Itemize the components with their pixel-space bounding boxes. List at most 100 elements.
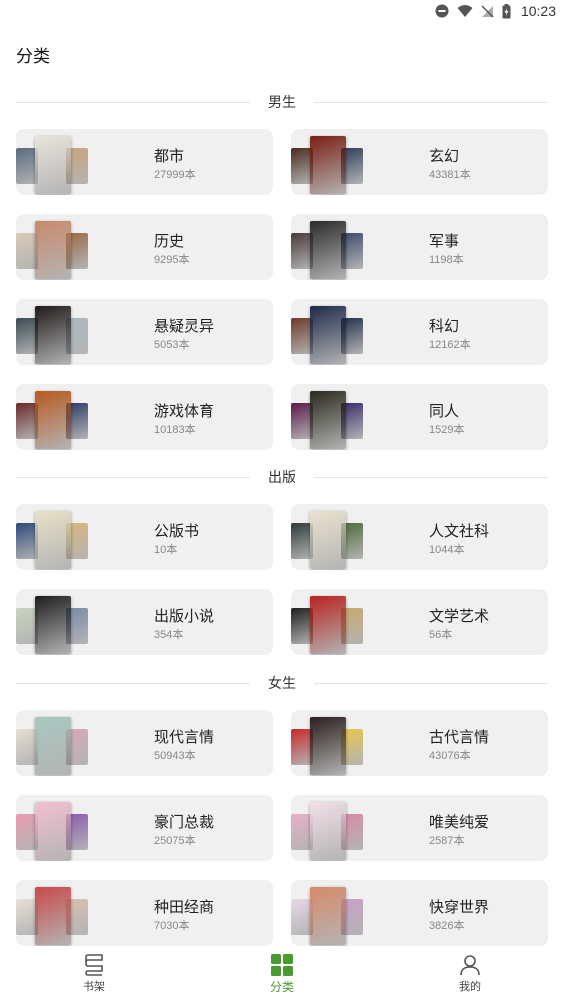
- category-card[interactable]: 悬疑灵异 5053本: [16, 299, 273, 365]
- category-card[interactable]: 唯美纯爱 2587本: [291, 795, 548, 861]
- category-card[interactable]: 公版书 10本: [16, 504, 273, 570]
- category-card[interactable]: 现代言情 50943本: [16, 710, 273, 776]
- section-header-female: 女生: [16, 673, 548, 693]
- category-name: 玄幻: [429, 148, 460, 165]
- category-book-count: 3826本: [429, 920, 465, 932]
- category-name: 唯美纯爱: [429, 814, 490, 831]
- category-book-count: 1044本: [429, 544, 465, 556]
- section-title: 出版: [268, 469, 296, 485]
- category-book-count: 2587本: [429, 835, 465, 847]
- category-card[interactable]: 出版小说 354本: [16, 589, 273, 655]
- category-name: 悬疑灵异: [154, 318, 215, 335]
- page-title: 分类: [16, 47, 50, 66]
- status-time: 10:23: [520, 3, 556, 19]
- category-card[interactable]: 人文社科 1044本: [291, 504, 548, 570]
- category-book-count: 1198本: [429, 254, 464, 266]
- book-cover-image: [35, 136, 71, 194]
- signal-off-icon: [481, 5, 494, 18]
- book-cover-stack: [16, 589, 90, 655]
- category-card[interactable]: 同人 1529本: [291, 384, 548, 450]
- book-cover-stack: [16, 129, 90, 195]
- section-header-publishing: 出版: [16, 467, 548, 487]
- bottom-nav: 书架 分类 我的: [0, 946, 564, 1002]
- category-card[interactable]: 历史 9295本: [16, 214, 273, 280]
- book-cover-stack: [291, 710, 365, 776]
- book-cover-stack: [291, 384, 365, 450]
- book-cover-image: [310, 596, 346, 654]
- book-cover-stack: [291, 129, 365, 195]
- category-book-count: 56本: [429, 629, 453, 641]
- category-card[interactable]: 军事 1198本: [291, 214, 548, 280]
- book-cover-image: [310, 802, 346, 860]
- section-header-male: 男生: [16, 92, 548, 112]
- category-book-count: 5053本: [154, 339, 190, 351]
- book-cover-image: [35, 511, 71, 569]
- category-name: 豪门总裁: [154, 814, 215, 831]
- section-title: 女生: [268, 675, 296, 691]
- category-name: 军事: [429, 233, 460, 250]
- category-book-count: 10本: [154, 544, 178, 556]
- category-card[interactable]: 都市 27999本: [16, 129, 273, 195]
- bookshelf-icon: [85, 954, 103, 976]
- divider: [314, 682, 548, 684]
- book-cover-stack: [291, 880, 365, 946]
- category-book-count: 12162本: [429, 339, 471, 351]
- book-cover-image: [310, 717, 346, 775]
- book-cover-stack: [291, 299, 365, 365]
- book-cover-stack: [291, 214, 365, 280]
- wifi-icon: [457, 5, 473, 17]
- category-name: 种田经商: [154, 899, 215, 916]
- book-cover-stack: [16, 299, 90, 365]
- category-name: 出版小说: [154, 608, 215, 625]
- status-bar: 10:23: [0, 0, 564, 24]
- book-cover-stack: [16, 795, 90, 861]
- book-cover-image: [35, 887, 71, 945]
- nav-category[interactable]: 分类: [188, 946, 376, 1002]
- category-name: 游戏体育: [154, 403, 215, 420]
- category-card[interactable]: 快穿世界 3826本: [291, 880, 548, 946]
- category-book-count: 354本: [154, 629, 184, 641]
- divider: [16, 101, 250, 103]
- book-cover-stack: [16, 710, 90, 776]
- do-not-disturb-icon: [435, 4, 449, 18]
- category-name: 快穿世界: [429, 899, 490, 916]
- nav-label-category: 分类: [269, 979, 294, 994]
- category-card[interactable]: 玄幻 43381本: [291, 129, 548, 195]
- category-card[interactable]: 种田经商 7030本: [16, 880, 273, 946]
- book-cover-image: [310, 887, 346, 945]
- nav-label-bookshelf: 书架: [83, 981, 105, 993]
- book-cover-stack: [16, 504, 90, 570]
- category-book-count: 43076本: [429, 750, 471, 762]
- book-cover-image: [35, 717, 71, 775]
- category-book-count: 9295本: [154, 254, 190, 266]
- book-cover-stack: [16, 214, 90, 280]
- category-book-count: 43381本: [429, 169, 471, 181]
- book-cover-stack: [16, 384, 90, 450]
- category-card[interactable]: 豪门总裁 25075本: [16, 795, 273, 861]
- category-book-count: 1529本: [429, 424, 465, 436]
- category-name: 同人: [429, 403, 460, 420]
- book-cover-stack: [291, 795, 365, 861]
- profile-icon: [460, 955, 480, 976]
- section-title: 男生: [268, 94, 296, 110]
- book-cover-image: [310, 306, 346, 364]
- category-card[interactable]: 古代言情 43076本: [291, 710, 548, 776]
- category-book-count: 27999本: [154, 169, 196, 181]
- divider: [16, 476, 250, 478]
- category-name: 历史: [154, 233, 185, 250]
- book-cover-image: [35, 391, 71, 449]
- category-card[interactable]: 科幻 12162本: [291, 299, 548, 365]
- book-cover-image: [35, 596, 71, 654]
- book-cover-stack: [291, 504, 365, 570]
- divider: [314, 101, 548, 103]
- category-name: 科幻: [429, 318, 460, 335]
- nav-bookshelf[interactable]: 书架: [0, 946, 188, 1002]
- category-grid-icon: [271, 953, 293, 976]
- book-cover-image: [35, 306, 71, 364]
- category-card[interactable]: 游戏体育 10183本: [16, 384, 273, 450]
- category-card[interactable]: 文学艺术 56本: [291, 589, 548, 655]
- book-cover-image: [310, 391, 346, 449]
- nav-profile[interactable]: 我的: [376, 946, 564, 1002]
- divider: [314, 476, 548, 478]
- category-book-count: 50943本: [154, 750, 196, 762]
